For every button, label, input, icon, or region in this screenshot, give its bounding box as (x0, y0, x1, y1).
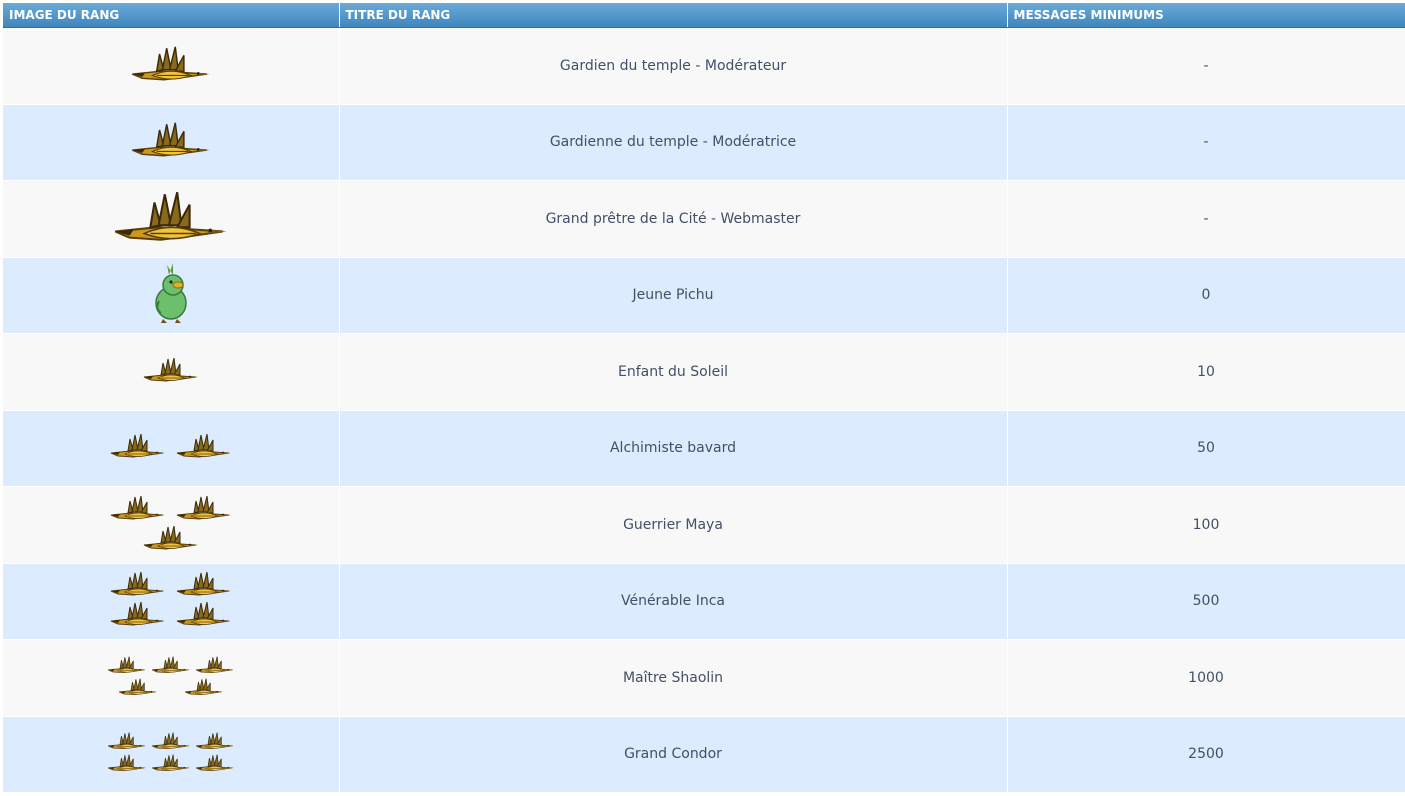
rank-image-cell (3, 179, 340, 257)
rank-image-cell (3, 332, 340, 410)
rank-image (106, 493, 236, 553)
golden-condor-icon (131, 122, 210, 157)
table-row: Vénérable Inca 500 (3, 562, 1405, 639)
rank-image-cell (3, 638, 340, 716)
rank-title: Maître Shaolin (339, 638, 1008, 716)
golden-condor-icon (195, 656, 234, 673)
rank-title: Alchimiste bavard (339, 409, 1008, 486)
ranks-table-wrapper: IMAGE DU RANG TITRE DU RANG MESSAGES MIN… (3, 3, 1405, 792)
table-row: Alchimiste bavard 50 (3, 409, 1405, 486)
golden-condor-icon (143, 525, 198, 550)
table-row: Enfant du Soleil 10 (3, 332, 1405, 410)
ranks-table-body: Gardien du temple - Modérateur - Gardienn… (3, 26, 1405, 792)
rank-min-messages: 2500 (1007, 715, 1405, 792)
rank-image-line (106, 752, 236, 774)
rank-min-messages: - (1007, 103, 1405, 180)
rank-min-messages: - (1007, 26, 1405, 104)
rank-title: Grand prêtre de la Cité - Webmaster (339, 179, 1008, 257)
rank-min-messages: 10 (1007, 332, 1405, 410)
golden-condor-icon (151, 732, 190, 750)
rank-image-line (106, 569, 236, 599)
golden-condor-icon (176, 601, 231, 626)
rank-image (128, 42, 214, 86)
rank-title: Gardienne du temple - Modératrice (339, 103, 1008, 180)
rank-image-line (106, 654, 236, 676)
green-chick-icon (155, 263, 187, 323)
golden-condor-icon (143, 357, 198, 382)
rank-image-cell (3, 409, 340, 486)
table-row: Maître Shaolin 1000 (3, 638, 1405, 716)
rank-image (106, 730, 236, 774)
golden-condor-icon (151, 754, 190, 772)
column-header-image[interactable]: IMAGE DU RANG (3, 3, 340, 28)
rank-image-cell (3, 485, 340, 563)
rank-image (139, 355, 203, 385)
rank-min-messages: 500 (1007, 562, 1405, 639)
table-row: Grand Condor 2500 (3, 715, 1405, 792)
rank-min-messages: - (1007, 179, 1405, 257)
golden-condor-icon (110, 601, 165, 626)
golden-condor-icon (107, 656, 146, 673)
table-row: Gardien du temple - Modérateur - (3, 26, 1405, 104)
rank-image-line (106, 431, 236, 461)
golden-condor-icon (195, 732, 234, 750)
golden-condor-icon (176, 433, 231, 458)
rank-image (109, 186, 233, 248)
rank-image-line (106, 523, 236, 553)
table-header-row: IMAGE DU RANG TITRE DU RANG MESSAGES MIN… (3, 3, 1405, 28)
rank-min-messages: 100 (1007, 485, 1405, 563)
rank-image (106, 431, 236, 461)
rank-title: Vénérable Inca (339, 562, 1008, 639)
column-header-title[interactable]: TITRE DU RANG (339, 3, 1008, 28)
rank-image (106, 569, 236, 629)
rank-image (128, 118, 214, 162)
rank-image-cell (3, 26, 340, 104)
golden-condor-icon (184, 678, 223, 695)
rank-title: Grand Condor (339, 715, 1008, 792)
rank-image-cell (3, 715, 340, 792)
rank-image (106, 654, 236, 698)
golden-condor-icon (176, 495, 231, 520)
golden-condor-icon (151, 656, 190, 673)
ranks-table: IMAGE DU RANG TITRE DU RANG MESSAGES MIN… (3, 3, 1405, 792)
rank-title: Gardien du temple - Modérateur (339, 26, 1008, 104)
rank-image-cell (3, 103, 340, 180)
rank-image-cell (3, 562, 340, 639)
rank-min-messages: 0 (1007, 256, 1405, 333)
golden-condor-icon (110, 495, 165, 520)
rank-image-line (128, 42, 214, 86)
golden-condor-icon (195, 754, 234, 772)
rank-image (151, 261, 191, 325)
rank-title: Guerrier Maya (339, 485, 1008, 563)
column-header-min-messages[interactable]: MESSAGES MINIMUMS (1007, 3, 1405, 28)
rank-image-cell (3, 256, 340, 333)
rank-title: Jeune Pichu (339, 256, 1008, 333)
table-row: Guerrier Maya 100 (3, 485, 1405, 563)
golden-condor-icon (176, 571, 231, 596)
golden-condor-icon (114, 191, 227, 241)
table-row: Gardienne du temple - Modératrice - (3, 103, 1405, 180)
golden-condor-icon (118, 678, 157, 695)
rank-image-line (106, 730, 236, 752)
golden-condor-icon (131, 46, 210, 80)
golden-condor-icon (110, 433, 165, 458)
rank-image-line (139, 355, 203, 385)
rank-image-line (106, 493, 236, 523)
rank-min-messages: 50 (1007, 409, 1405, 486)
rank-image-line (106, 676, 236, 698)
rank-image-line (128, 118, 214, 162)
rank-title: Enfant du Soleil (339, 332, 1008, 410)
golden-condor-icon (107, 732, 146, 750)
rank-min-messages: 1000 (1007, 638, 1405, 716)
golden-condor-icon (107, 754, 146, 772)
rank-image-line (109, 186, 233, 248)
table-row: Grand prêtre de la Cité - Webmaster - (3, 179, 1405, 257)
golden-condor-icon (110, 571, 165, 596)
table-row: Jeune Pichu 0 (3, 256, 1405, 333)
rank-image-line (106, 599, 236, 629)
